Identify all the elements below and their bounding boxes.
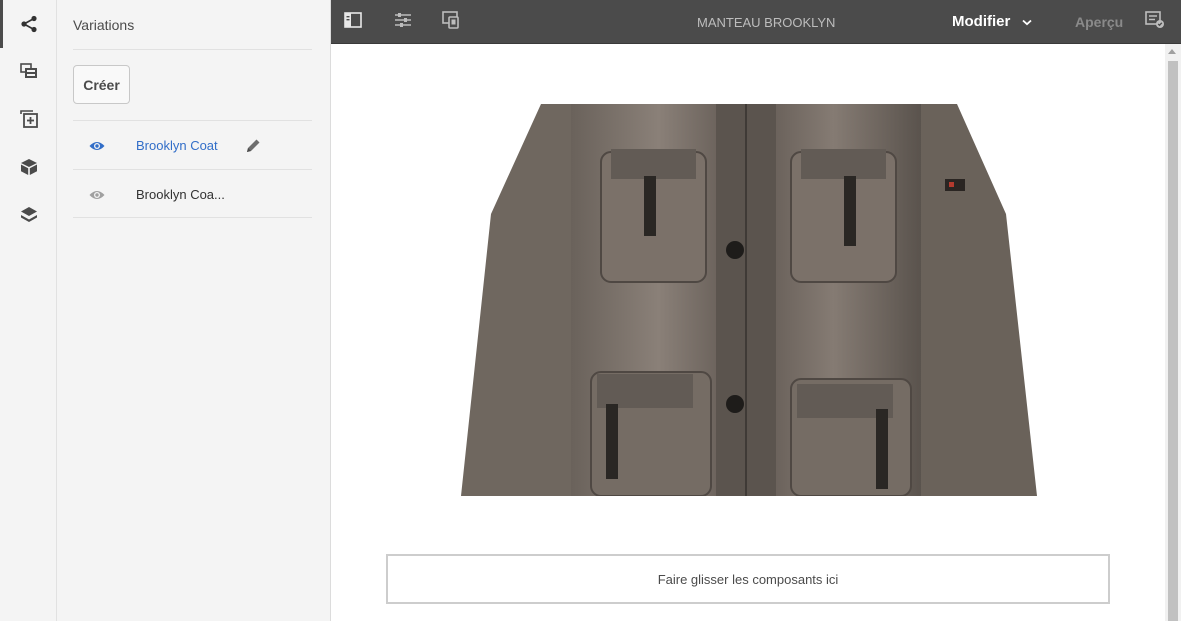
variations-panel: Variations Créer Brooklyn Coat Brooklyn …: [57, 0, 331, 621]
layers-icon: [20, 206, 38, 224]
content-tree-button[interactable]: [0, 143, 57, 191]
assets-icon: [19, 62, 38, 80]
eye-icon[interactable]: [89, 139, 105, 157]
page-info-icon: [1145, 10, 1165, 34]
share-nodes-button[interactable]: [0, 0, 57, 48]
variation-item-secondary[interactable]: Brooklyn Coa...: [73, 169, 312, 218]
side-panel-icon: [344, 11, 362, 33]
variations-list: Brooklyn Coat Brooklyn Coa...: [73, 120, 312, 218]
divider: [73, 49, 312, 50]
scroll-thumb[interactable]: [1168, 61, 1178, 621]
layers-button[interactable]: [0, 191, 57, 239]
create-button[interactable]: Créer: [73, 65, 130, 104]
mode-selector[interactable]: Modifier: [952, 13, 1032, 30]
variation-label: Brooklyn Coat: [136, 138, 218, 153]
components-button[interactable]: [0, 95, 57, 143]
pencil-icon[interactable]: [244, 137, 262, 160]
panel-title: Variations: [73, 17, 135, 33]
editor-toolbar: MANTEAU BROOKLYN Modifier Aperçu: [331, 0, 1181, 44]
coat-illustration: [461, 104, 1037, 497]
components-add-icon: [19, 110, 38, 128]
variation-item-master[interactable]: Brooklyn Coat: [73, 120, 312, 169]
page-info-button[interactable]: [1143, 0, 1167, 44]
chevron-down-icon: [1022, 13, 1032, 30]
assets-button[interactable]: [0, 47, 57, 95]
page-canvas: Faire glisser les composants ici: [331, 44, 1165, 621]
product-image[interactable]: [461, 104, 1037, 497]
share-nodes-icon: [20, 15, 38, 33]
variation-label: Brooklyn Coa...: [136, 187, 225, 202]
vertical-scrollbar[interactable]: [1165, 44, 1181, 621]
emulator-button[interactable]: [437, 0, 465, 44]
preview-button[interactable]: Aperçu: [1075, 14, 1123, 30]
sliders-icon: [394, 12, 412, 33]
mode-label: Modifier: [952, 13, 1011, 30]
page-title: MANTEAU BROOKLYN: [697, 15, 836, 30]
devices-icon: [442, 10, 460, 34]
toggle-side-panel-button[interactable]: [339, 0, 367, 44]
side-rail: [0, 0, 57, 621]
properties-button[interactable]: [389, 0, 417, 44]
eye-icon[interactable]: [89, 188, 105, 206]
cube-icon: [20, 158, 38, 176]
drop-zone[interactable]: Faire glisser les composants ici: [386, 554, 1110, 604]
scroll-up-arrow-icon[interactable]: [1168, 49, 1176, 54]
